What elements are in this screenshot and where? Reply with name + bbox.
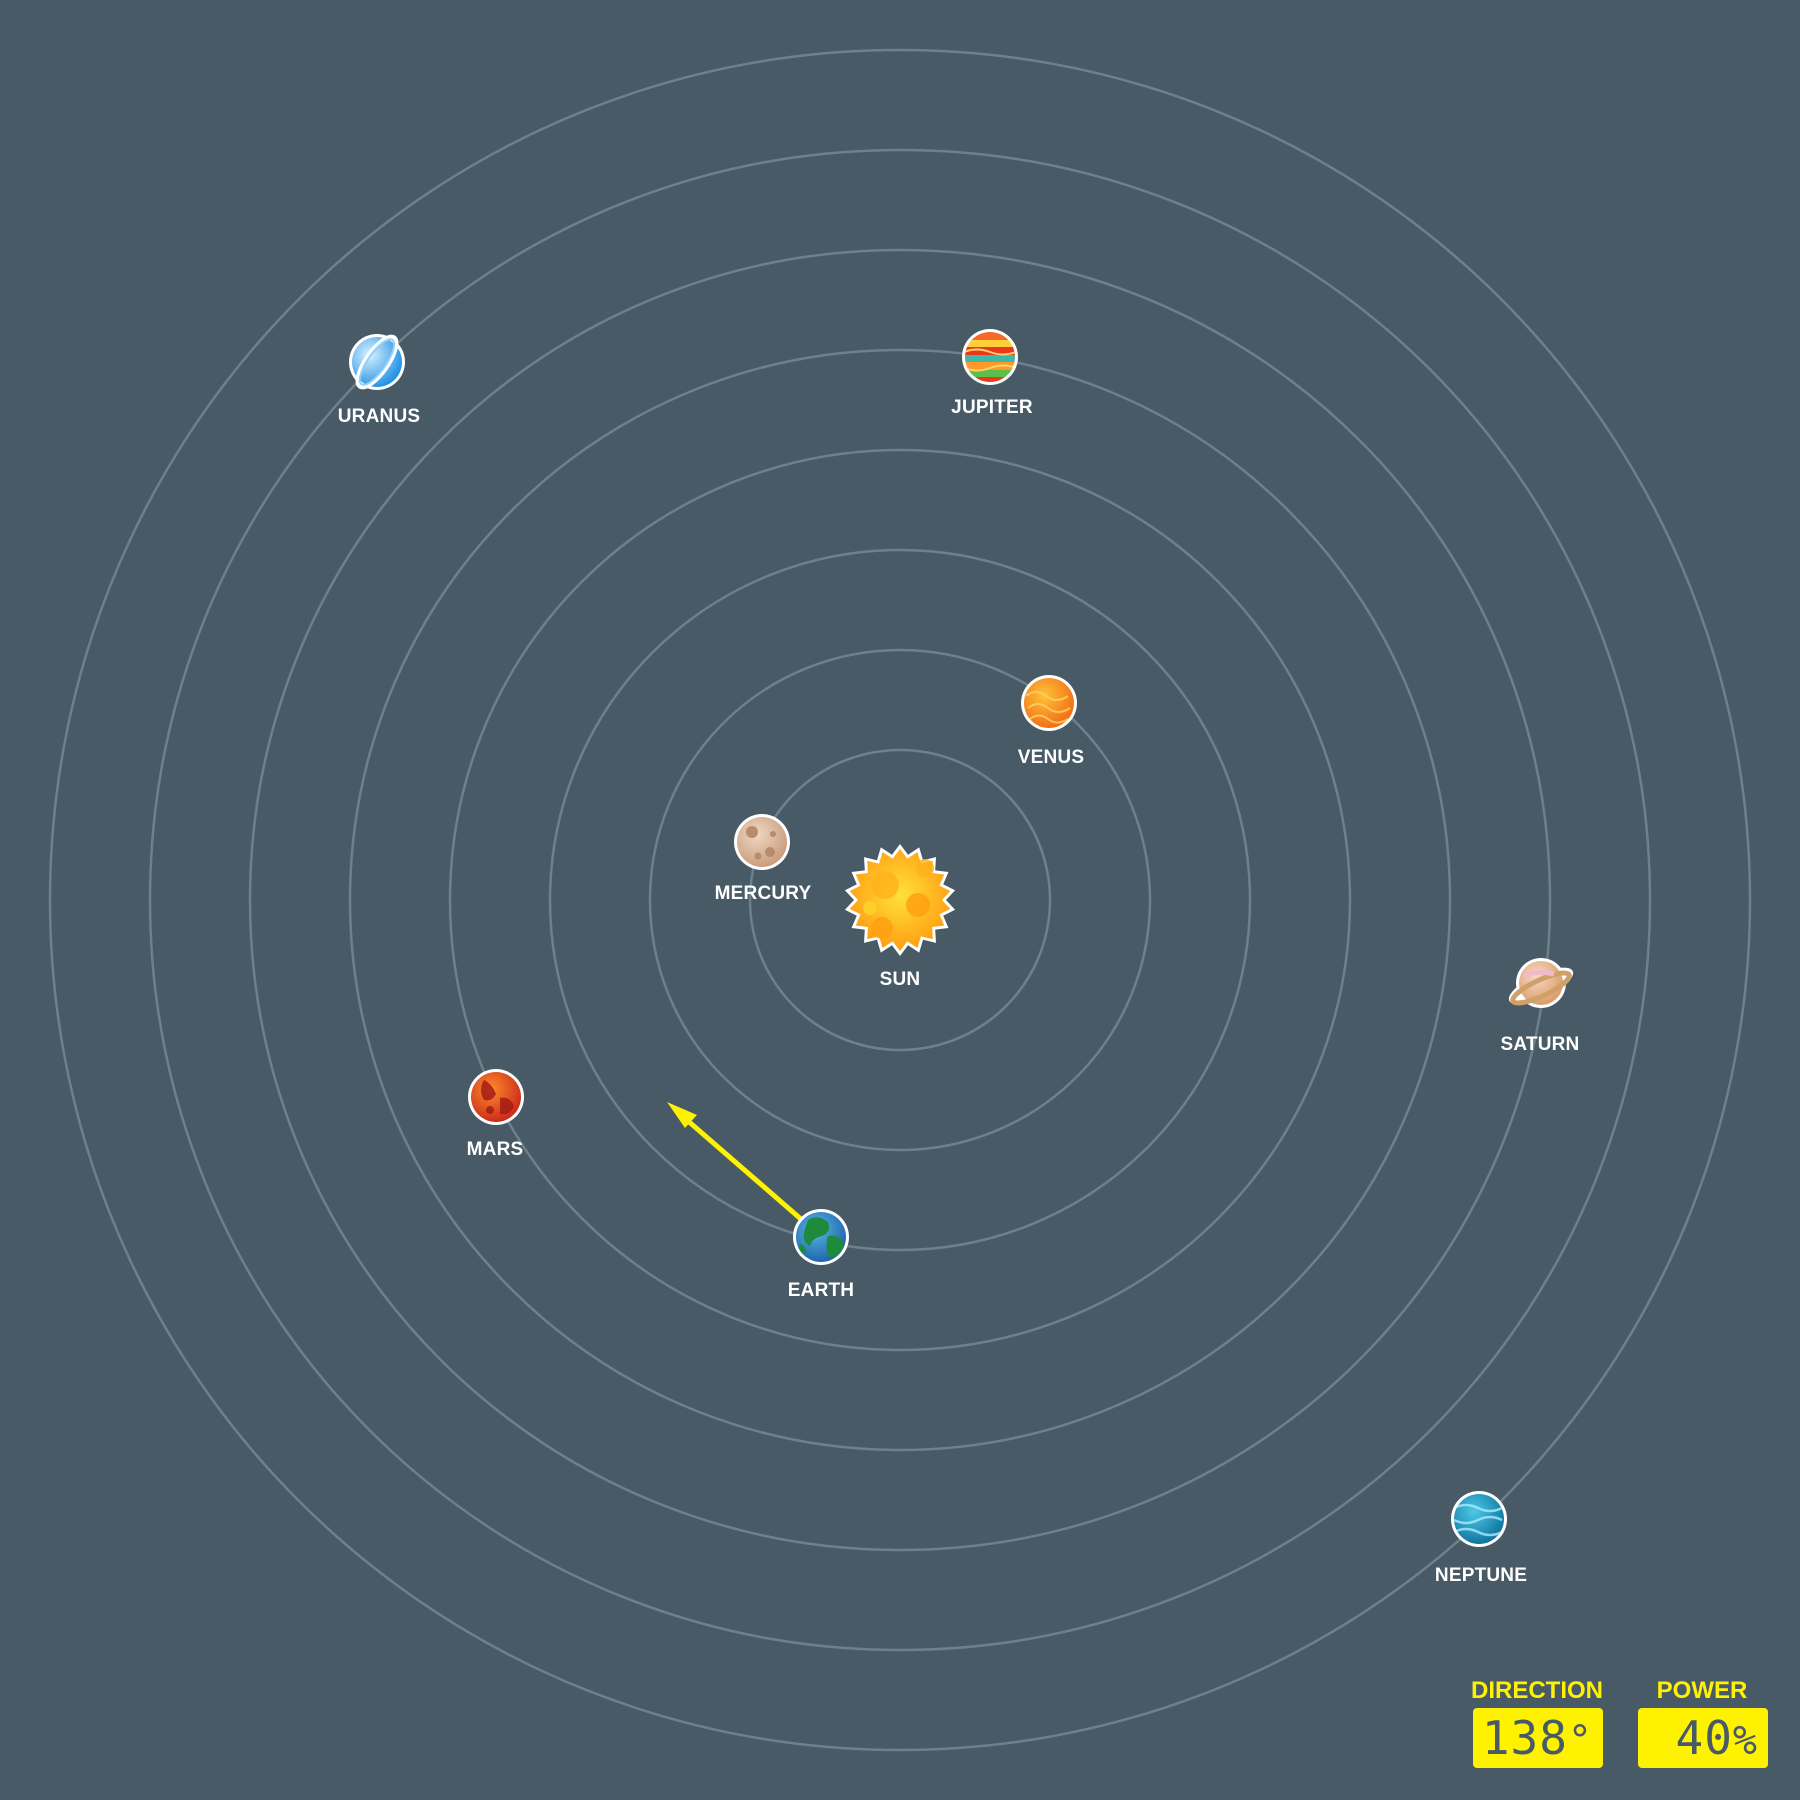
power-unit: % [1732,1718,1758,1764]
game-board: SUN MERCURY VENUS EARTH MARS JUPITER SAT… [0,0,1800,1800]
saturn-icon [1508,958,1574,1008]
earth-icon [793,1209,849,1265]
power-value: 40 [1675,1711,1733,1765]
direction-title: DIRECTION [1471,1677,1603,1704]
mars-label: MARS [466,1139,524,1160]
direction-value-box[interactable]: 138° [1473,1708,1603,1768]
power-value-box[interactable]: 40% [1638,1708,1768,1768]
sun-icon [844,844,956,956]
uranus-label: URANUS [337,406,421,427]
earth-label: EARTH [787,1280,855,1301]
direction-unit: ° [1567,1718,1593,1764]
uranus-icon [349,334,405,390]
mars-icon [468,1069,524,1125]
jupiter-label: JUPITER [951,397,1033,418]
neptune-icon [1451,1491,1507,1547]
solar-system-canvas [48,48,1752,1752]
direction-value: 138 [1481,1711,1568,1765]
mercury-label: MERCURY [714,883,812,904]
jupiter-icon [962,329,1018,385]
venus-label: VENUS [1017,747,1085,768]
saturn-label: SATURN [1500,1034,1580,1055]
neptune-label: NEPTUNE [1434,1565,1528,1586]
power-title: POWER [1656,1677,1748,1704]
sun-label: SUN [879,969,921,990]
mercury-icon [734,814,790,870]
venus-icon [1021,675,1077,731]
